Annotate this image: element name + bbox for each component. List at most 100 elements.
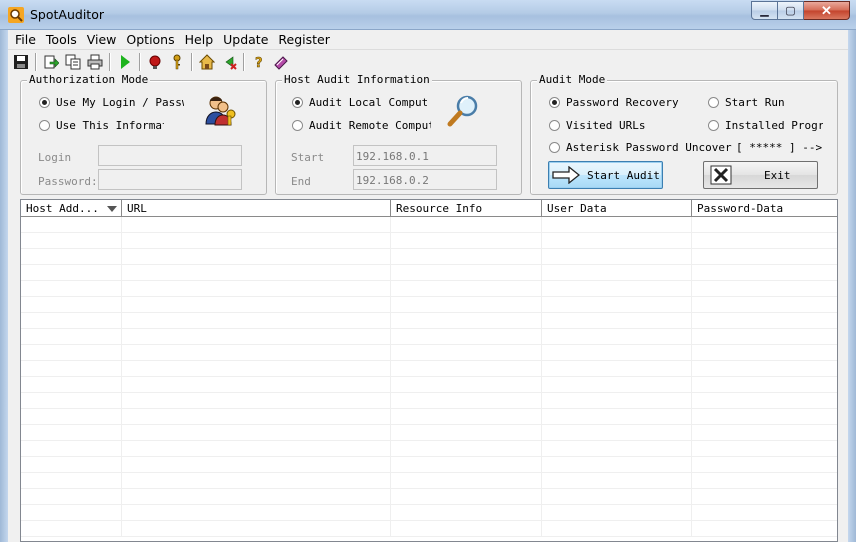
radio-use-my-login[interactable]: Use My Login / Password [39,96,184,109]
table-cell [391,329,542,344]
table-cell [391,505,542,520]
radio-use-my-login-label: Use My Login / Password [56,96,184,109]
record-icon[interactable] [145,53,164,72]
table-row [21,281,837,297]
minimize-button[interactable]: ▁ [751,1,778,20]
table-row [21,217,837,233]
table-cell [692,377,837,392]
table-cell [391,521,542,536]
table-cell [122,473,391,488]
table-cell [542,505,692,520]
menu-register[interactable]: Register [273,32,334,47]
radio-password-recovery[interactable]: Password Recovery [549,96,679,109]
table-cell [692,521,837,536]
table-cell [542,297,692,312]
radio-start-run[interactable]: Start Run [708,96,785,109]
menu-options[interactable]: Options [121,32,179,47]
back-icon[interactable] [219,53,238,72]
table-row [21,521,837,537]
toolbar-separator [35,53,37,71]
table-row [21,377,837,393]
menu-help[interactable]: Help [180,32,219,47]
table-cell [391,313,542,328]
login-label: Login [38,151,72,164]
table-cell [391,393,542,408]
table-cell [122,441,391,456]
radio-audit-local-label: Audit Local Computer [309,96,427,109]
table-cell [542,441,692,456]
menu-update[interactable]: Update [218,32,273,47]
menu-file[interactable]: File [10,32,41,47]
column-header-host-address[interactable]: Host Add... [21,200,122,217]
column-header-user-data[interactable]: User Data [542,200,692,217]
table-cell [21,457,122,472]
table-cell [122,521,391,536]
radio-dot [708,97,719,108]
table-cell [21,409,122,424]
menu-tools[interactable]: Tools [41,32,82,47]
copy-icon[interactable] [63,53,82,72]
end-ip-input[interactable]: 192.168.0.2 [353,169,497,190]
run-icon[interactable] [115,53,134,72]
table-cell [122,249,391,264]
table-cell [21,505,122,520]
radio-use-this-information[interactable]: Use This Information [39,119,164,132]
table-cell [21,425,122,440]
table-cell [692,217,837,232]
start-audit-button[interactable]: Start Audit [548,161,663,189]
radio-audit-remote[interactable]: Audit Remote Computer [292,119,431,132]
table-cell [122,393,391,408]
column-header-password-data[interactable]: Password-Data [692,200,837,217]
table-cell [692,281,837,296]
radio-start-run-label: Start Run [725,96,785,109]
close-icon: ✕ [821,2,832,18]
key-icon[interactable] [167,53,186,72]
close-button[interactable]: ✕ [804,1,850,20]
help-icon[interactable]: ? [249,53,268,72]
table-cell [21,313,122,328]
home-icon[interactable] [197,53,216,72]
table-cell [391,297,542,312]
window-title: SpotAuditor [30,7,104,22]
asterisk-drag-hint[interactable]: [ ***** ] --> [736,141,822,154]
table-cell [692,505,837,520]
table-cell [122,409,391,424]
menu-view[interactable]: View [82,32,122,47]
table-cell [542,425,692,440]
maximize-button[interactable]: ▢ [778,1,804,20]
table-cell [692,297,837,312]
print-icon[interactable] [85,53,104,72]
toolbar-separator [191,53,193,71]
dropdown-arrow-icon[interactable] [107,203,117,216]
radio-visited-urls[interactable]: Visited URLs [549,119,645,132]
table-cell [542,281,692,296]
table-cell [391,489,542,504]
table-cell [122,505,391,520]
table-cell [542,313,692,328]
table-row [21,313,837,329]
toolbar-separator [109,53,111,71]
radio-dot [292,120,303,131]
table-row [21,249,837,265]
login-input[interactable] [98,145,242,166]
table-row [21,457,837,473]
import-icon[interactable] [41,53,60,72]
svg-text:?: ? [255,56,263,70]
book-icon[interactable] [271,53,290,72]
results-grid[interactable]: Host Add... URL Resource Info User Data … [20,199,838,542]
column-header-url[interactable]: URL [122,200,391,217]
radio-audit-local[interactable]: Audit Local Computer [292,96,427,109]
start-ip-input[interactable]: 192.168.0.1 [353,145,497,166]
save-icon[interactable] [11,53,30,72]
table-cell [21,473,122,488]
radio-asterisk-uncover[interactable]: Asterisk Password Uncover [549,141,732,154]
exit-button[interactable]: Exit [703,161,818,189]
password-input[interactable] [98,169,242,190]
radio-installed-programs[interactable]: Installed Programs [708,119,823,132]
table-cell [122,233,391,248]
radio-dot [708,120,719,131]
users-key-icon [203,94,239,128]
menu-bar: File Tools View Options Help Update Regi… [8,30,848,50]
column-header-resource-info[interactable]: Resource Info [391,200,542,217]
toolbar: ? [8,51,848,73]
